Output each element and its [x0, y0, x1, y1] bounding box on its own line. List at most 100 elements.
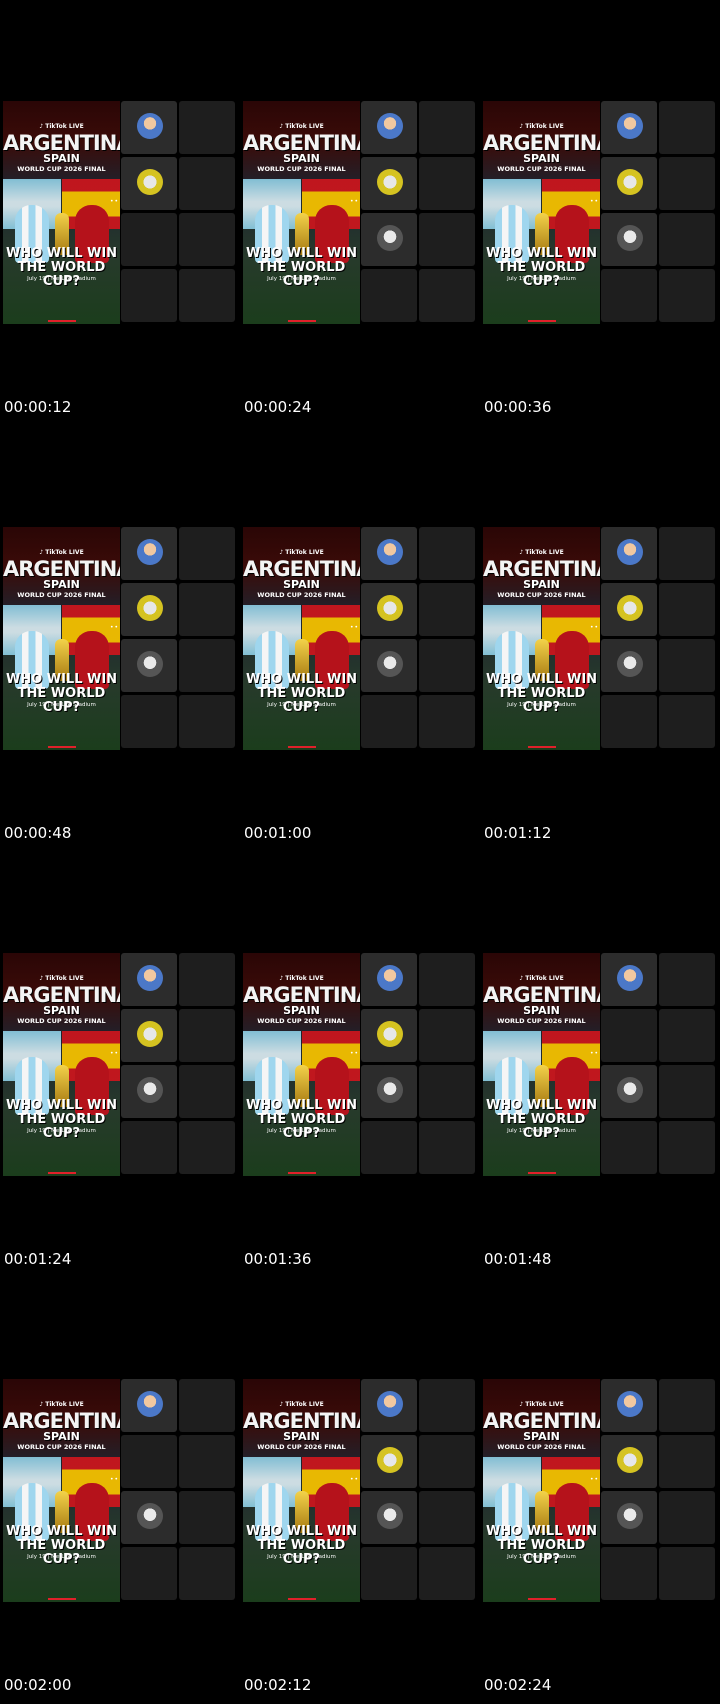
empty-seat[interactable]	[179, 1547, 235, 1600]
guest-seat[interactable]	[601, 1547, 657, 1600]
match-poster[interactable]: ♪ TikTok LIVE ARGENTINA SPAIN WORLD CUP …	[243, 527, 360, 750]
empty-seat[interactable]	[419, 1009, 475, 1062]
guest-seat[interactable]	[121, 269, 177, 322]
guest-seat[interactable]	[601, 1121, 657, 1174]
guest-seat[interactable]	[601, 1009, 657, 1062]
guest-seat[interactable]	[121, 639, 177, 692]
guest-seat[interactable]	[601, 639, 657, 692]
empty-seat[interactable]	[419, 157, 475, 210]
guest-seat[interactable]	[361, 1009, 417, 1062]
empty-seat[interactable]	[419, 1547, 475, 1600]
guest-seat[interactable]	[361, 1065, 417, 1118]
more-options-icon[interactable]: ••	[110, 1050, 119, 1057]
guest-seat[interactable]	[601, 583, 657, 636]
match-poster[interactable]: ♪ TikTok LIVE ARGENTINA SPAIN WORLD CUP …	[483, 953, 600, 1176]
more-options-icon[interactable]: ••	[350, 1050, 359, 1057]
empty-seat[interactable]	[179, 639, 235, 692]
empty-seat[interactable]	[419, 639, 475, 692]
empty-seat[interactable]	[659, 1435, 715, 1488]
guest-seat[interactable]	[121, 1491, 177, 1544]
more-options-icon[interactable]: ••	[590, 1476, 599, 1483]
empty-seat[interactable]	[659, 101, 715, 154]
guest-seat[interactable]	[601, 695, 657, 748]
empty-seat[interactable]	[419, 695, 475, 748]
guest-seat[interactable]	[361, 953, 417, 1006]
more-options-icon[interactable]: ••	[590, 624, 599, 631]
guest-seat[interactable]	[121, 583, 177, 636]
empty-seat[interactable]	[659, 1379, 715, 1432]
more-options-icon[interactable]: ••	[350, 1476, 359, 1483]
empty-seat[interactable]	[419, 101, 475, 154]
empty-seat[interactable]	[659, 213, 715, 266]
empty-seat[interactable]	[659, 953, 715, 1006]
more-options-icon[interactable]: ••	[590, 1050, 599, 1057]
empty-seat[interactable]	[179, 583, 235, 636]
guest-seat[interactable]	[361, 269, 417, 322]
guest-seat[interactable]	[121, 527, 177, 580]
guest-seat[interactable]	[361, 213, 417, 266]
empty-seat[interactable]	[419, 1121, 475, 1174]
empty-seat[interactable]	[179, 953, 235, 1006]
guest-seat[interactable]	[601, 1435, 657, 1488]
match-poster[interactable]: ♪ TikTok LIVE ARGENTINA SPAIN WORLD CUP …	[483, 527, 600, 750]
empty-seat[interactable]	[659, 695, 715, 748]
empty-seat[interactable]	[419, 527, 475, 580]
match-poster[interactable]: ♪ TikTok LIVE ARGENTINA SPAIN WORLD CUP …	[3, 1379, 120, 1602]
empty-seat[interactable]	[179, 1009, 235, 1062]
guest-seat[interactable]	[121, 213, 177, 266]
empty-seat[interactable]	[179, 1491, 235, 1544]
empty-seat[interactable]	[179, 157, 235, 210]
empty-seat[interactable]	[659, 1009, 715, 1062]
guest-seat[interactable]	[601, 527, 657, 580]
guest-seat[interactable]	[601, 157, 657, 210]
empty-seat[interactable]	[179, 695, 235, 748]
guest-seat[interactable]	[121, 1547, 177, 1600]
guest-seat[interactable]	[361, 1547, 417, 1600]
guest-seat[interactable]	[361, 527, 417, 580]
guest-seat[interactable]	[361, 1121, 417, 1174]
guest-seat[interactable]	[601, 213, 657, 266]
guest-seat[interactable]	[361, 1379, 417, 1432]
empty-seat[interactable]	[659, 157, 715, 210]
guest-seat[interactable]	[121, 953, 177, 1006]
guest-seat[interactable]	[121, 101, 177, 154]
guest-seat[interactable]	[361, 639, 417, 692]
guest-seat[interactable]	[121, 1065, 177, 1118]
guest-seat[interactable]	[121, 695, 177, 748]
empty-seat[interactable]	[419, 1435, 475, 1488]
match-poster[interactable]: ♪ TikTok LIVE ARGENTINA SPAIN WORLD CUP …	[3, 527, 120, 750]
more-options-icon[interactable]: ••	[350, 624, 359, 631]
empty-seat[interactable]	[659, 1121, 715, 1174]
empty-seat[interactable]	[179, 527, 235, 580]
match-poster[interactable]: ♪ TikTok LIVE ARGENTINA SPAIN WORLD CUP …	[3, 101, 120, 324]
match-poster[interactable]: ♪ TikTok LIVE ARGENTINA SPAIN WORLD CUP …	[243, 101, 360, 324]
more-options-icon[interactable]: ••	[110, 1476, 119, 1483]
more-options-icon[interactable]: ••	[110, 624, 119, 631]
empty-seat[interactable]	[179, 1065, 235, 1118]
guest-seat[interactable]	[361, 695, 417, 748]
guest-seat[interactable]	[121, 1435, 177, 1488]
guest-seat[interactable]	[601, 1065, 657, 1118]
match-poster[interactable]: ♪ TikTok LIVE ARGENTINA SPAIN WORLD CUP …	[483, 101, 600, 324]
empty-seat[interactable]	[659, 1547, 715, 1600]
guest-seat[interactable]	[121, 1009, 177, 1062]
empty-seat[interactable]	[179, 1121, 235, 1174]
guest-seat[interactable]	[601, 1379, 657, 1432]
empty-seat[interactable]	[179, 1435, 235, 1488]
empty-seat[interactable]	[659, 639, 715, 692]
match-poster[interactable]: ♪ TikTok LIVE ARGENTINA SPAIN WORLD CUP …	[243, 953, 360, 1176]
guest-seat[interactable]	[601, 101, 657, 154]
more-options-icon[interactable]: ••	[110, 198, 119, 205]
guest-seat[interactable]	[361, 101, 417, 154]
empty-seat[interactable]	[659, 1065, 715, 1118]
empty-seat[interactable]	[419, 1491, 475, 1544]
empty-seat[interactable]	[179, 1379, 235, 1432]
guest-seat[interactable]	[601, 953, 657, 1006]
guest-seat[interactable]	[601, 1491, 657, 1544]
empty-seat[interactable]	[419, 953, 475, 1006]
match-poster[interactable]: ♪ TikTok LIVE ARGENTINA SPAIN WORLD CUP …	[243, 1379, 360, 1602]
empty-seat[interactable]	[419, 213, 475, 266]
guest-seat[interactable]	[361, 1435, 417, 1488]
guest-seat[interactable]	[361, 1491, 417, 1544]
empty-seat[interactable]	[179, 213, 235, 266]
